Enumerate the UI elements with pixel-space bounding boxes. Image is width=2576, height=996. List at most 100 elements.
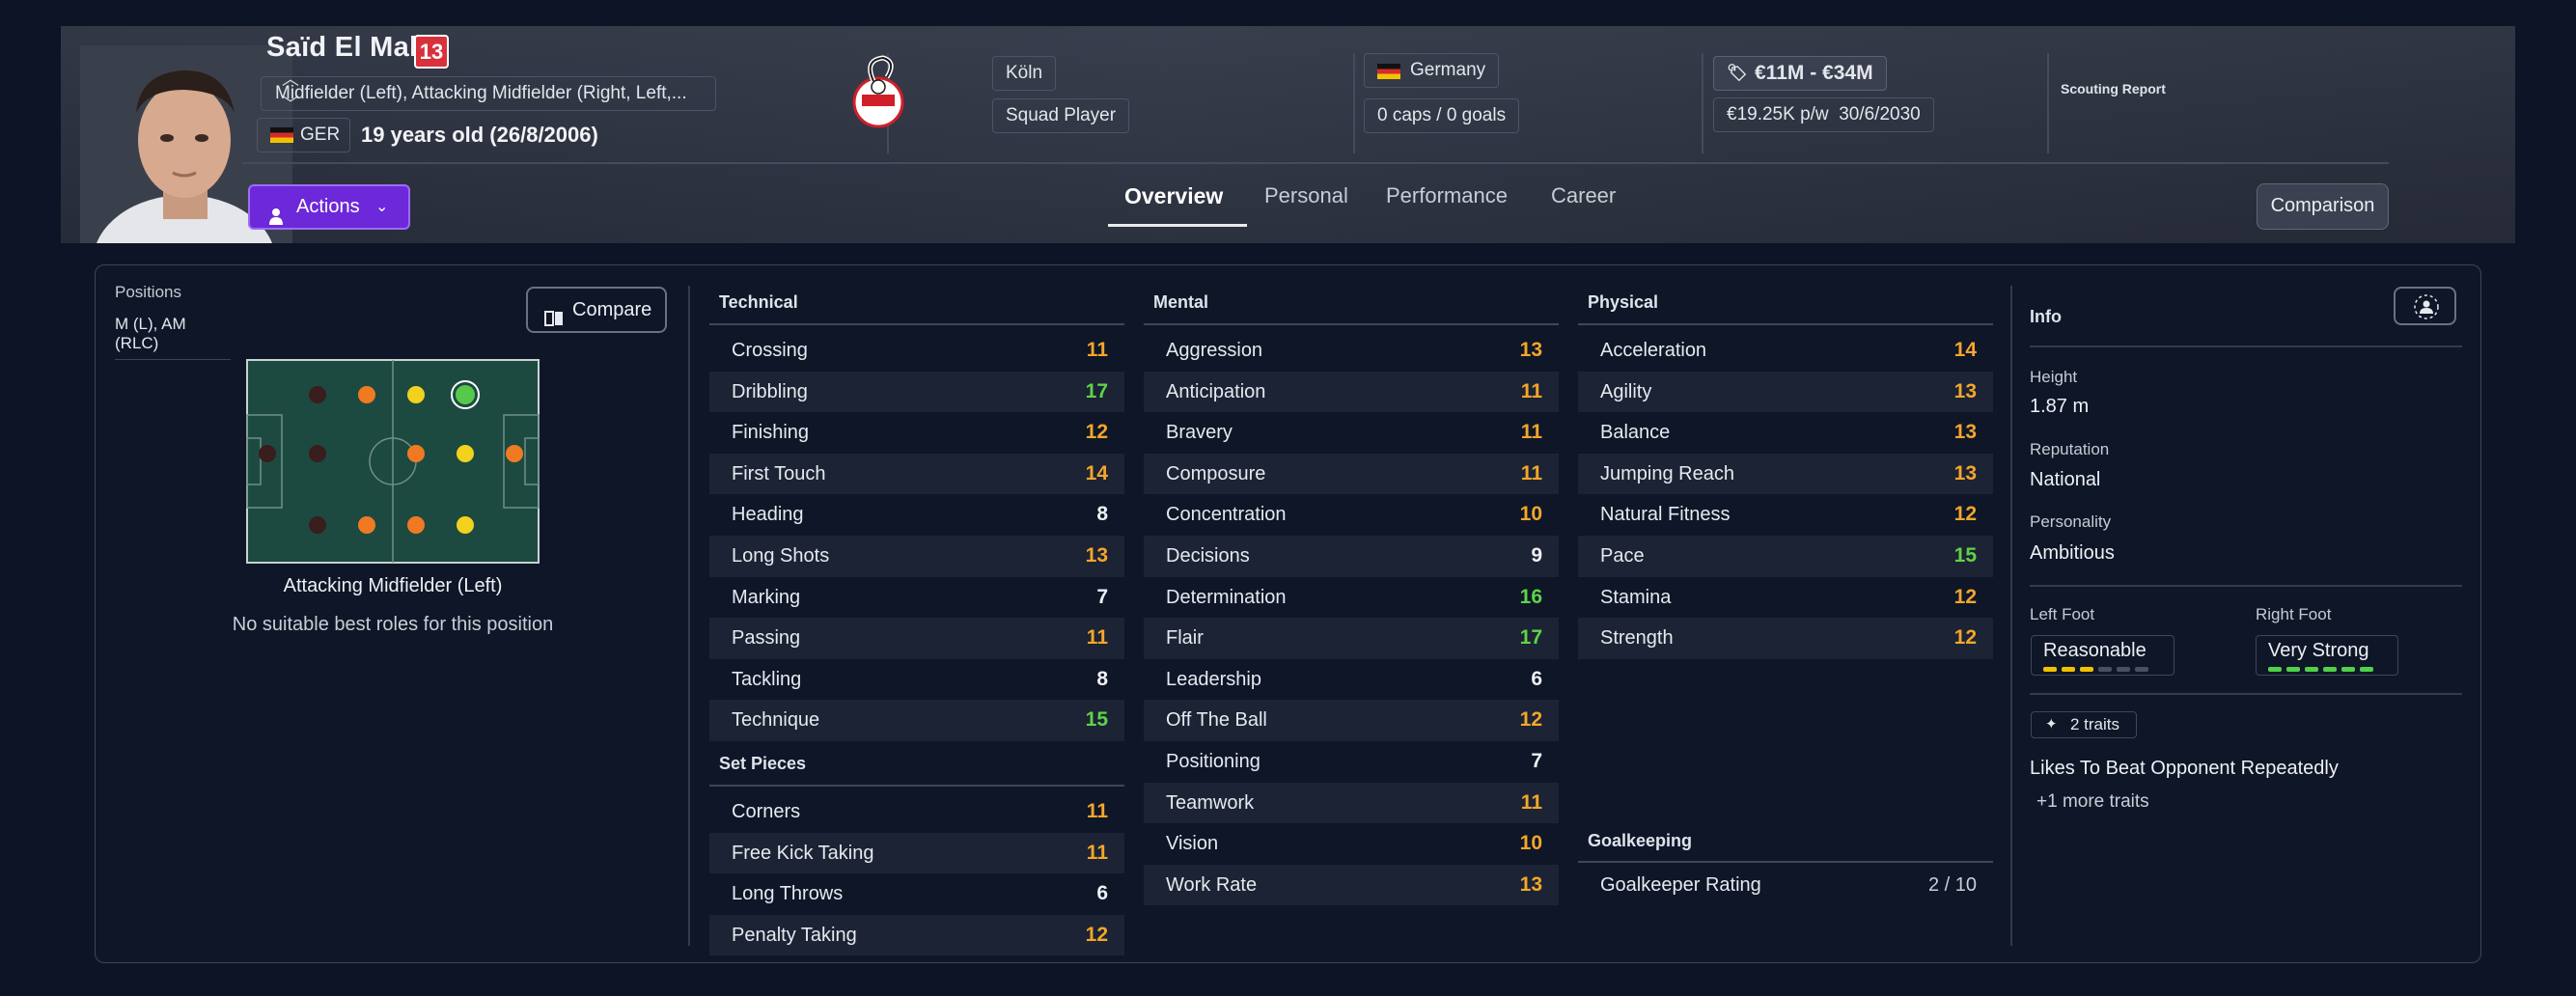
- attribute-row-decisions[interactable]: Decisions 9: [1144, 535, 1559, 577]
- attribute-name: Composure: [1166, 462, 1266, 484]
- tab-overview[interactable]: Overview: [1124, 183, 1223, 209]
- mental-attributes: Aggression 13 Anticipation 11 Bravery 11 Compo…: [1144, 330, 1559, 906]
- price-tag-icon: 🏷: [1727, 64, 1748, 82]
- position-dot[interactable]: [506, 445, 523, 462]
- attribute-row-teamwork[interactable]: Teamwork 11: [1144, 782, 1559, 824]
- player-positions[interactable]: Midfielder (Left), Attacking Midfielder …: [261, 76, 716, 111]
- tab-personal[interactable]: Personal: [1264, 183, 1348, 208]
- attribute-row-natural-fitness[interactable]: Natural Fitness 12: [1578, 494, 1993, 536]
- attribute-value: 13: [1519, 872, 1542, 896]
- attribute-row-passing[interactable]: Passing 11: [709, 618, 1124, 659]
- traits-count-badge[interactable]: ✦ 2 traits: [2031, 711, 2137, 738]
- attribute-row-work-rate[interactable]: Work Rate 13: [1144, 864, 1559, 906]
- reputation-label: Reputation: [2030, 440, 2110, 458]
- nation-badge[interactable]: Germany: [1364, 53, 1500, 88]
- attribute-row-marking[interactable]: Marking 7: [709, 577, 1124, 619]
- position-dot[interactable]: [407, 516, 425, 534]
- attribute-row-leadership[interactable]: Leadership 6: [1144, 659, 1559, 701]
- nation-name: Germany: [1410, 60, 1486, 80]
- chevron-down-icon: ⌄: [375, 199, 389, 215]
- attribute-value: 14: [1085, 461, 1108, 484]
- position-dot[interactable]: [407, 386, 425, 403]
- attribute-row-goalkeeper-rating[interactable]: Goalkeeper Rating 2 / 10: [1578, 865, 1993, 906]
- attribute-row-heading[interactable]: Heading 8: [709, 494, 1124, 536]
- mental-title: Mental: [1153, 292, 1209, 312]
- position-dot[interactable]: [309, 445, 326, 462]
- position-pitch[interactable]: [246, 359, 540, 564]
- attribute-value: 11: [1520, 421, 1542, 444]
- attribute-row-bravery[interactable]: Bravery 11: [1144, 412, 1559, 454]
- player-name: Saïd El Mala: [266, 32, 433, 63]
- position-dot[interactable]: [407, 445, 425, 462]
- attribute-row-jumping-reach[interactable]: Jumping Reach 13: [1578, 453, 1993, 495]
- position-dot[interactable]: [456, 385, 475, 404]
- attribute-row-penalty-taking[interactable]: Penalty Taking 12: [709, 914, 1124, 956]
- actions-button[interactable]: Actions ⌄: [248, 184, 410, 230]
- attribute-row-long-shots[interactable]: Long Shots 13: [709, 535, 1124, 577]
- position-dot[interactable]: [259, 445, 276, 462]
- trait-item: Likes To Beat Opponent Repeatedly: [2030, 758, 2339, 779]
- attribute-value: 11: [1086, 800, 1108, 822]
- player-profile-button[interactable]: [2394, 287, 2456, 325]
- attribute-row-pace[interactable]: Pace 15: [1578, 535, 1993, 577]
- tab-performance[interactable]: Performance: [1386, 183, 1508, 208]
- technical-title: Technical: [719, 292, 798, 312]
- attribute-row-crossing[interactable]: Crossing 11: [709, 330, 1124, 372]
- attribute-row-free-kick-taking[interactable]: Free Kick Taking 11: [709, 832, 1124, 874]
- attribute-row-first-touch[interactable]: First Touch 14: [709, 453, 1124, 495]
- attribute-row-balance[interactable]: Balance 13: [1578, 412, 1993, 454]
- attribute-row-positioning[interactable]: Positioning 7: [1144, 741, 1559, 783]
- position-dot[interactable]: [309, 386, 326, 403]
- position-dot[interactable]: [457, 516, 474, 534]
- attribute-row-flair[interactable]: Flair 17: [1144, 618, 1559, 659]
- position-dot[interactable]: [358, 386, 375, 403]
- attribute-row-vision[interactable]: Vision 10: [1144, 823, 1559, 865]
- attribute-value: 17: [1085, 379, 1108, 402]
- position-dot[interactable]: [457, 445, 474, 462]
- attribute-value: 11: [1520, 790, 1542, 814]
- nationality-badge[interactable]: GER: [257, 118, 350, 152]
- attribute-row-composure[interactable]: Composure 11: [1144, 453, 1559, 495]
- attribute-row-anticipation[interactable]: Anticipation 11: [1144, 371, 1559, 413]
- attribute-value: 12: [1953, 585, 1977, 608]
- club-logo-icon[interactable]: [845, 52, 912, 129]
- position-dot[interactable]: [309, 516, 326, 534]
- attribute-name: Long Shots: [732, 544, 830, 567]
- attribute-row-finishing[interactable]: Finishing 12: [709, 412, 1124, 454]
- attribute-value: 14: [1953, 339, 1977, 361]
- attribute-row-technique[interactable]: Technique 15: [709, 700, 1124, 741]
- attribute-name: Balance: [1600, 422, 1671, 444]
- foot-bar-segment: [2341, 667, 2355, 672]
- attribute-value: 16: [1519, 585, 1542, 608]
- attribute-row-long-throws[interactable]: Long Throws 6: [709, 873, 1124, 915]
- attribute-name: Pace: [1600, 544, 1645, 567]
- attribute-row-determination[interactable]: Determination 16: [1144, 577, 1559, 619]
- attribute-name: Long Throws: [732, 883, 844, 905]
- club-name[interactable]: Köln: [992, 56, 1057, 91]
- right-foot-label: Right Foot: [2256, 605, 2332, 623]
- more-traits-link[interactable]: +1 more traits: [2036, 791, 2149, 813]
- attribute-value: 8: [1096, 667, 1108, 690]
- attribute-row-acceleration[interactable]: Acceleration 14: [1578, 330, 1993, 372]
- attribute-name: Passing: [732, 627, 801, 650]
- compare-button[interactable]: Compare: [526, 287, 667, 333]
- physical-title: Physical: [1588, 292, 1659, 312]
- attribute-name: Technique: [732, 709, 820, 732]
- attribute-row-stamina[interactable]: Stamina 12: [1578, 577, 1993, 619]
- attribute-row-aggression[interactable]: Aggression 13: [1144, 330, 1559, 372]
- attribute-name: Goalkeeper Rating: [1600, 874, 1761, 896]
- scouting-report-link[interactable]: Scouting Report: [2061, 81, 2166, 97]
- traits-count: 2 traits: [2070, 715, 2120, 733]
- attribute-name: Agility: [1600, 380, 1652, 402]
- attribute-row-dribbling[interactable]: Dribbling 17: [709, 371, 1124, 413]
- tab-career[interactable]: Career: [1551, 183, 1616, 208]
- attribute-row-strength[interactable]: Strength 12: [1578, 618, 1993, 659]
- position-dot[interactable]: [358, 516, 375, 534]
- attribute-row-agility[interactable]: Agility 13: [1578, 371, 1993, 413]
- attribute-row-corners[interactable]: Corners 11: [709, 791, 1124, 833]
- comparison-button[interactable]: Comparison: [2257, 183, 2389, 230]
- attribute-row-tackling[interactable]: Tackling 8: [709, 659, 1124, 701]
- attribute-row-off-the-ball[interactable]: Off The Ball 12: [1144, 700, 1559, 741]
- wage-text: €19.25K p/w: [1727, 104, 1829, 124]
- attribute-row-concentration[interactable]: Concentration 10: [1144, 494, 1559, 536]
